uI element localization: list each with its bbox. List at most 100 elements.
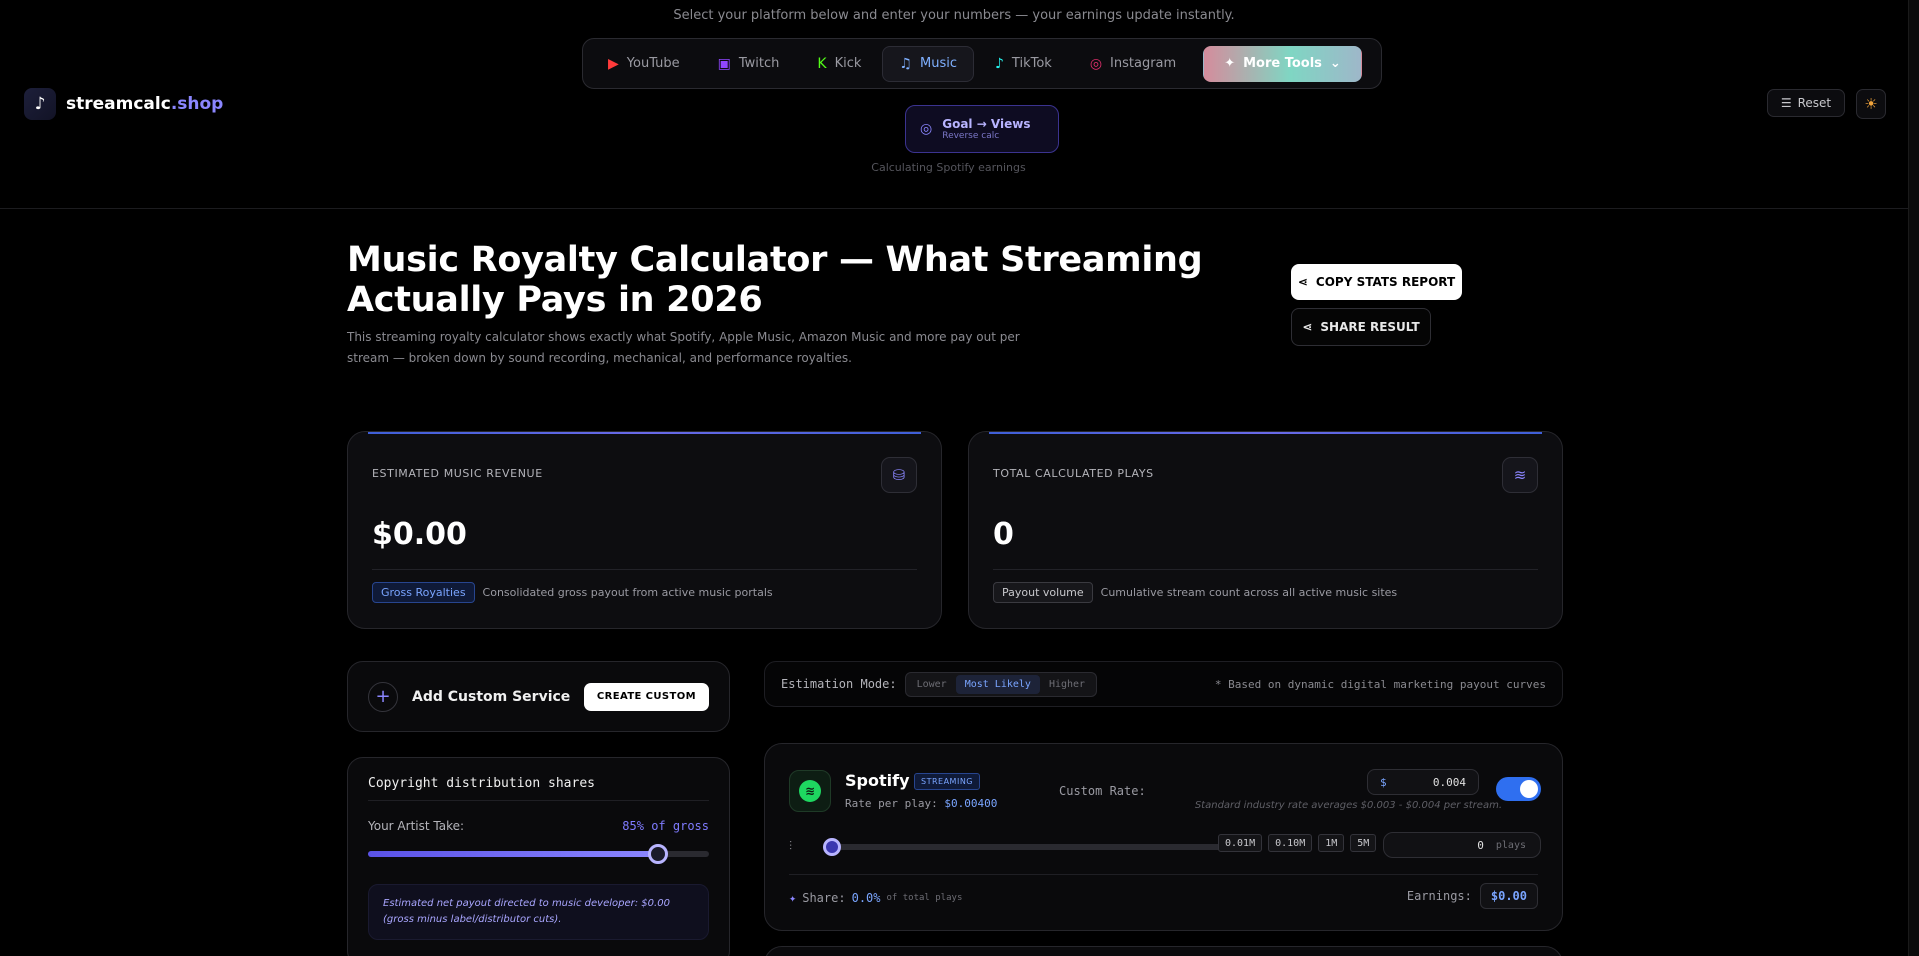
tab-label: Instagram (1110, 56, 1177, 71)
distribution-heading: Copyright distribution shares (368, 776, 595, 791)
mode-option-lower[interactable]: Lower (908, 675, 956, 694)
custom-service-title: Add Custom Service (412, 688, 571, 705)
preset-chip[interactable]: 0.01M (1218, 834, 1263, 852)
stat-footnote: Consolidated gross payout from active mu… (482, 586, 773, 599)
tab-music[interactable]: ♫ Music (882, 45, 974, 82)
target-icon: ◎ (920, 121, 933, 137)
share-nodes-icon: ⋖ (1302, 320, 1313, 334)
earnings-value: $0.00 (1479, 883, 1538, 909)
coins-icon: ⛁ (881, 457, 917, 493)
estimation-note: * Based on dynamic digital marketing pay… (1214, 677, 1546, 691)
stat-badge: Gross Royalties (372, 582, 475, 603)
logo-tld: .shop (170, 94, 224, 114)
tab-tiktok[interactable]: ♪ TikTok (978, 46, 1069, 82)
sliders-icon: ⫶ (789, 839, 793, 853)
stat-badge: Payout volume (993, 582, 1093, 603)
reverse-calc-subtitle: Reverse calc (942, 131, 1000, 141)
share-result-button[interactable]: ⋖ SHARE RESULT (1291, 308, 1431, 346)
more-tools-label: More Tools (1243, 56, 1322, 71)
stat-label: TOTAL CALCULATED PLAYS (993, 467, 1154, 480)
page-scrollbar[interactable] (1908, 0, 1919, 956)
custom-rate-label: Custom Rate: (1059, 784, 1146, 798)
tab-label: Twitch (738, 56, 780, 71)
header-tagline: Select your platform below and enter you… (673, 8, 1235, 23)
preset-chip[interactable]: 5M (1350, 834, 1377, 852)
stat-value: $0.00 (372, 517, 467, 552)
service-card-next (764, 946, 1563, 956)
spotify-icon: ≋ (799, 780, 821, 802)
reset-label: Reset (1797, 96, 1832, 110)
slider-fill (368, 851, 658, 857)
sparkle-icon: ✦ (1224, 56, 1236, 71)
site-logo[interactable]: ♪ streamcalc.shop (24, 88, 223, 120)
twitch-icon: ▣ (717, 55, 731, 72)
logo-music-icon: ♪ (24, 88, 56, 120)
currency-symbol: $ (1380, 775, 1387, 789)
play-presets: 0.01M 0.10M 1M 5M (1218, 834, 1377, 852)
page-title: Music Royalty Calculator — What Streamin… (347, 240, 1203, 320)
tab-label: Music (919, 56, 957, 71)
stat-label: ESTIMATED MUSIC REVENUE (372, 467, 543, 480)
share-nodes-icon: ⋖ (1297, 275, 1308, 289)
tab-youtube[interactable]: ▶ YouTube (591, 46, 697, 82)
estimated-revenue-card: ESTIMATED MUSIC REVENUE ⛁ $0.00 Gross Ro… (347, 431, 942, 629)
reverse-calc-title: Goal → Views (942, 117, 1031, 131)
rate-value: $0.00400 (944, 797, 998, 810)
logo-name: streamcalc (66, 94, 171, 114)
more-tools-button[interactable]: ✦ More Tools ⌄ (1203, 45, 1362, 82)
plays-value: 0 (1477, 838, 1484, 852)
tab-label: TikTok (1011, 56, 1052, 71)
preset-chip[interactable]: 0.10M (1268, 834, 1313, 852)
theme-toggle-sun-icon[interactable]: ☀ (1856, 89, 1886, 119)
distribution-shares-card: Copyright distribution shares Your Artis… (347, 757, 730, 956)
earnings-label: Earnings: (1406, 889, 1472, 903)
share-value: 0.0% (851, 891, 881, 905)
add-custom-service-card: + Add Custom Service CREATE CUSTOM (347, 661, 730, 732)
stat-value: 0 (993, 517, 1014, 552)
page-description: This streaming royalty calculator shows … (347, 330, 1020, 365)
sliders-icon: ☰ (1780, 96, 1792, 110)
kick-icon: K (817, 55, 827, 72)
custom-rate-value: 0.004 (1432, 775, 1466, 789)
share-suffix: of total plays (886, 893, 963, 903)
mode-option-most-likely[interactable]: Most Likely (955, 674, 1040, 694)
service-enabled-toggle[interactable] (1496, 777, 1541, 801)
copy-stats-label: COPY STATS REPORT (1315, 275, 1456, 289)
plays-slider[interactable] (823, 838, 1255, 856)
spotify-logo: ≋ (789, 770, 831, 812)
reset-button[interactable]: ☰ Reset (1767, 89, 1845, 117)
stat-footnote: Cumulative stream count across all activ… (1100, 586, 1398, 599)
artist-take-slider[interactable] (368, 844, 709, 864)
mode-option-higher[interactable]: Higher (1040, 675, 1094, 694)
tiktok-icon: ♪ (994, 55, 1004, 72)
tab-label: YouTube (626, 56, 680, 71)
music-icon: ♫ (899, 55, 912, 72)
chevron-down-icon: ⌄ (1329, 56, 1341, 71)
plays-unit: plays (1495, 839, 1526, 851)
reverse-calc-button[interactable]: ◎ Goal → Views Reverse calc (905, 105, 1059, 153)
slider-handle[interactable] (647, 844, 668, 864)
plus-icon[interactable]: + (368, 681, 398, 712)
net-payout-note: Estimated net payout directed to music d… (368, 884, 709, 940)
share-label: Share: (802, 891, 846, 905)
tab-label: Kick (834, 56, 862, 71)
preset-chip[interactable]: 1M (1318, 834, 1345, 852)
rate-label: Rate per play: (845, 797, 938, 810)
service-card-spotify: ≋ Spotify STREAMING Rate per play: $0.00… (764, 743, 1563, 931)
plays-input[interactable]: 0 plays (1383, 832, 1541, 858)
total-plays-card: TOTAL CALCULATED PLAYS ≋ 0 Payout volume… (968, 431, 1563, 629)
slider-handle[interactable] (823, 838, 841, 856)
youtube-icon: ▶ (608, 55, 619, 72)
estimation-mode-label: Estimation Mode: (781, 677, 897, 691)
service-category-badge: STREAMING (914, 773, 980, 790)
copy-stats-report-button[interactable]: ⋖ COPY STATS REPORT (1291, 264, 1462, 300)
tab-kick[interactable]: K Kick (800, 46, 878, 82)
create-custom-button[interactable]: CREATE CUSTOM (583, 682, 709, 711)
estimation-mode-switch: Lower Most Likely Higher (904, 671, 1098, 697)
instagram-icon: ◎ (1089, 55, 1103, 72)
tab-twitch[interactable]: ▣ Twitch (701, 46, 797, 82)
layers-icon: ≋ (1502, 457, 1538, 493)
estimation-mode-bar: Estimation Mode: Lower Most Likely Higher … (764, 661, 1563, 707)
custom-rate-input[interactable]: $ 0.004 (1367, 769, 1479, 795)
tab-instagram[interactable]: ◎ Instagram (1073, 46, 1193, 82)
